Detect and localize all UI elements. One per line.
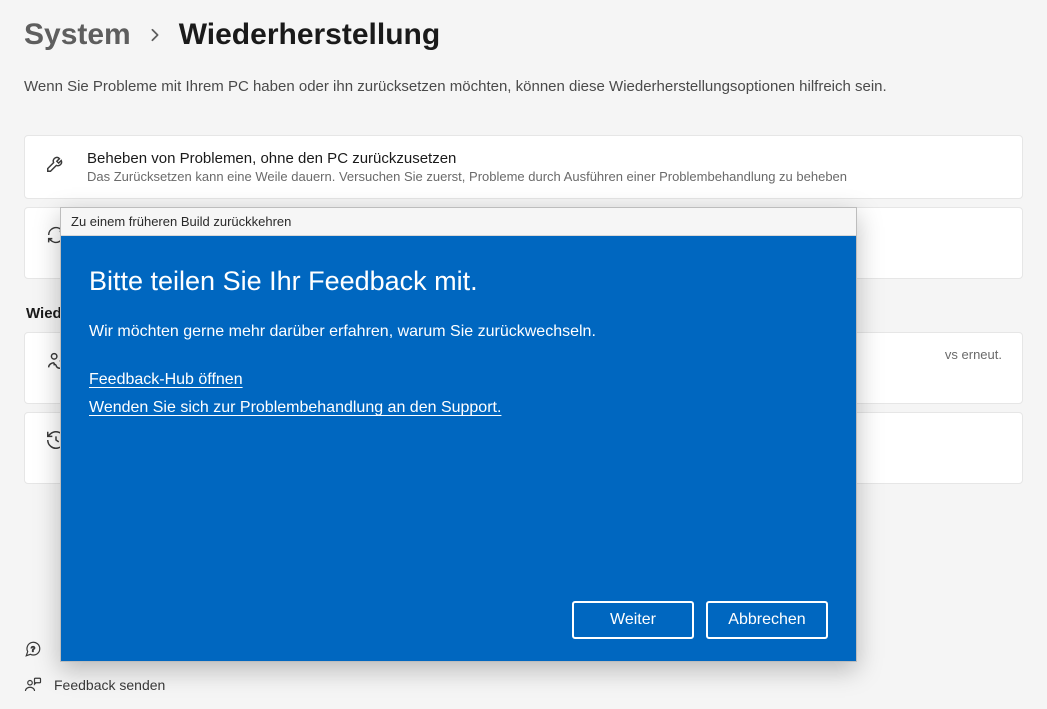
feedback-link[interactable]: Feedback senden	[24, 676, 165, 694]
cancel-button[interactable]: Abbrechen	[706, 601, 828, 639]
feedback-link-label: Feedback senden	[54, 677, 165, 693]
breadcrumb-parent[interactable]: System	[24, 18, 131, 52]
next-button[interactable]: Weiter	[572, 601, 694, 639]
breadcrumb: System Wiederherstellung	[24, 18, 1023, 52]
rollback-dialog: Zu einem früheren Build zurückkehren Bit…	[60, 207, 857, 662]
dialog-heading: Bitte teilen Sie Ihr Feedback mit.	[89, 266, 828, 297]
option-title: Beheben von Problemen, ohne den PC zurüc…	[87, 150, 847, 167]
dialog-lead: Wir möchten gerne mehr darüber erfahren,…	[89, 323, 828, 341]
dialog-body: Bitte teilen Sie Ihr Feedback mit. Wir m…	[61, 236, 856, 661]
breadcrumb-current: Wiederherstellung	[179, 18, 440, 52]
svg-text:?: ?	[31, 644, 35, 653]
chevron-right-icon	[149, 28, 161, 42]
dialog-title: Zu einem früheren Build zurückkehren	[71, 214, 291, 229]
wrench-icon	[45, 152, 67, 174]
dialog-titlebar: Zu einem früheren Build zurückkehren	[61, 208, 856, 236]
chat-help-icon: ?	[24, 640, 42, 658]
contact-support-link[interactable]: Wenden Sie sich zur Problembehandlung an…	[89, 399, 501, 417]
dialog-button-row: Weiter Abbrechen	[89, 601, 828, 639]
page-subtitle: Wenn Sie Probleme mit Ihrem PC haben ode…	[24, 78, 1023, 95]
person-feedback-icon	[24, 676, 42, 694]
option-card-troubleshoot[interactable]: Beheben von Problemen, ohne den PC zurüc…	[24, 135, 1023, 199]
open-feedback-hub-link[interactable]: Feedback-Hub öffnen	[89, 371, 243, 389]
option-desc: Das Zurücksetzen kann eine Weile dauern.…	[87, 169, 847, 184]
